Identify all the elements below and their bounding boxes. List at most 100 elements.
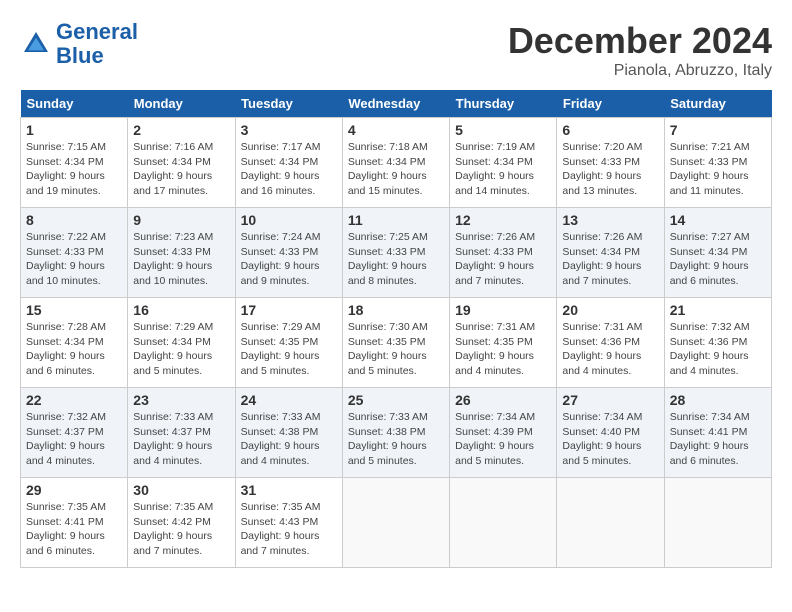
day-info: Sunrise: 7:31 AM Sunset: 4:36 PM Dayligh… xyxy=(562,320,658,379)
calendar-cell: 11Sunrise: 7:25 AM Sunset: 4:33 PM Dayli… xyxy=(342,208,449,298)
calendar-cell: 26 Sunrise: 7:34 AM Sunset: 4:39 PM Dayli… xyxy=(450,388,557,478)
calendar-cell: 28 Sunrise: 7:34 AM Sunset: 4:41 PM Dayli… xyxy=(664,388,771,478)
day-info: Sunrise: 7:21 AM Sunset: 4:33 PM Dayligh… xyxy=(670,140,766,199)
day-number: 18 xyxy=(348,302,444,318)
day-info: Sunrise: 7:26 AM Sunset: 4:34 PM Dayligh… xyxy=(562,230,658,289)
day-number: 9 xyxy=(133,212,229,228)
day-number: 30 xyxy=(133,482,229,498)
logo: General Blue xyxy=(20,20,138,68)
day-number: 16 xyxy=(133,302,229,318)
day-number: 20 xyxy=(562,302,658,318)
day-info: Sunrise: 7:26 AM Sunset: 4:33 PM Dayligh… xyxy=(455,230,551,289)
day-info: Sunrise: 7:19 AM Sunset: 4:34 PM Dayligh… xyxy=(455,140,551,199)
day-number: 21 xyxy=(670,302,766,318)
day-info: Sunrise: 7:27 AM Sunset: 4:34 PM Dayligh… xyxy=(670,230,766,289)
calendar-week-4: 22Sunrise: 7:32 AM Sunset: 4:37 PM Dayli… xyxy=(21,388,772,478)
weekday-header-friday: Friday xyxy=(557,90,664,118)
day-number: 24 xyxy=(241,392,337,408)
calendar-cell: 19Sunrise: 7:31 AM Sunset: 4:35 PM Dayli… xyxy=(450,298,557,388)
calendar-cell: 13 Sunrise: 7:26 AM Sunset: 4:34 PM Dayli… xyxy=(557,208,664,298)
calendar-cell xyxy=(664,478,771,568)
calendar-cell: 5 Sunrise: 7:19 AM Sunset: 4:34 PM Daylig… xyxy=(450,118,557,208)
calendar-cell: 23 Sunrise: 7:33 AM Sunset: 4:37 PM Dayli… xyxy=(128,388,235,478)
day-number: 7 xyxy=(670,122,766,138)
weekday-header-saturday: Saturday xyxy=(664,90,771,118)
calendar-cell xyxy=(557,478,664,568)
day-number: 27 xyxy=(562,392,658,408)
weekday-header-sunday: Sunday xyxy=(21,90,128,118)
day-number: 26 xyxy=(455,392,551,408)
calendar-cell: 14 Sunrise: 7:27 AM Sunset: 4:34 PM Dayli… xyxy=(664,208,771,298)
day-number: 14 xyxy=(670,212,766,228)
day-info: Sunrise: 7:29 AM Sunset: 4:35 PM Dayligh… xyxy=(241,320,337,379)
calendar-cell: 18 Sunrise: 7:30 AM Sunset: 4:35 PM Dayli… xyxy=(342,298,449,388)
day-number: 25 xyxy=(348,392,444,408)
month-title: December 2024 xyxy=(508,20,772,62)
calendar-week-5: 29 Sunrise: 7:35 AM Sunset: 4:41 PM Dayli… xyxy=(21,478,772,568)
day-number: 6 xyxy=(562,122,658,138)
calendar-cell: 4 Sunrise: 7:18 AM Sunset: 4:34 PM Daylig… xyxy=(342,118,449,208)
calendar-week-2: 8Sunrise: 7:22 AM Sunset: 4:33 PM Daylig… xyxy=(21,208,772,298)
calendar-cell: 29 Sunrise: 7:35 AM Sunset: 4:41 PM Dayli… xyxy=(21,478,128,568)
calendar-cell: 12 Sunrise: 7:26 AM Sunset: 4:33 PM Dayli… xyxy=(450,208,557,298)
calendar-cell: 3Sunrise: 7:17 AM Sunset: 4:34 PM Daylig… xyxy=(235,118,342,208)
logo-text: General Blue xyxy=(56,20,138,68)
day-info: Sunrise: 7:34 AM Sunset: 4:41 PM Dayligh… xyxy=(670,410,766,469)
day-number: 22 xyxy=(26,392,122,408)
day-info: Sunrise: 7:35 AM Sunset: 4:43 PM Dayligh… xyxy=(241,500,337,559)
calendar-cell: 27Sunrise: 7:34 AM Sunset: 4:40 PM Dayli… xyxy=(557,388,664,478)
weekday-header-row: SundayMondayTuesdayWednesdayThursdayFrid… xyxy=(21,90,772,118)
location-title: Pianola, Abruzzo, Italy xyxy=(508,62,772,80)
day-info: Sunrise: 7:29 AM Sunset: 4:34 PM Dayligh… xyxy=(133,320,229,379)
calendar-cell: 30 Sunrise: 7:35 AM Sunset: 4:42 PM Dayli… xyxy=(128,478,235,568)
day-info: Sunrise: 7:35 AM Sunset: 4:42 PM Dayligh… xyxy=(133,500,229,559)
day-info: Sunrise: 7:33 AM Sunset: 4:37 PM Dayligh… xyxy=(133,410,229,469)
calendar-cell: 15Sunrise: 7:28 AM Sunset: 4:34 PM Dayli… xyxy=(21,298,128,388)
day-number: 23 xyxy=(133,392,229,408)
calendar-cell: 10Sunrise: 7:24 AM Sunset: 4:33 PM Dayli… xyxy=(235,208,342,298)
calendar-cell: 22Sunrise: 7:32 AM Sunset: 4:37 PM Dayli… xyxy=(21,388,128,478)
day-info: Sunrise: 7:24 AM Sunset: 4:33 PM Dayligh… xyxy=(241,230,337,289)
day-number: 17 xyxy=(241,302,337,318)
day-info: Sunrise: 7:28 AM Sunset: 4:34 PM Dayligh… xyxy=(26,320,122,379)
calendar-week-3: 15Sunrise: 7:28 AM Sunset: 4:34 PM Dayli… xyxy=(21,298,772,388)
day-info: Sunrise: 7:33 AM Sunset: 4:38 PM Dayligh… xyxy=(241,410,337,469)
day-number: 13 xyxy=(562,212,658,228)
calendar-table: SundayMondayTuesdayWednesdayThursdayFrid… xyxy=(20,90,772,568)
day-number: 12 xyxy=(455,212,551,228)
calendar-cell: 17 Sunrise: 7:29 AM Sunset: 4:35 PM Dayli… xyxy=(235,298,342,388)
title-area: December 2024 Pianola, Abruzzo, Italy xyxy=(508,20,772,80)
calendar-cell: 7 Sunrise: 7:21 AM Sunset: 4:33 PM Daylig… xyxy=(664,118,771,208)
day-number: 29 xyxy=(26,482,122,498)
weekday-header-wednesday: Wednesday xyxy=(342,90,449,118)
calendar-cell: 8Sunrise: 7:22 AM Sunset: 4:33 PM Daylig… xyxy=(21,208,128,298)
day-info: Sunrise: 7:18 AM Sunset: 4:34 PM Dayligh… xyxy=(348,140,444,199)
day-info: Sunrise: 7:31 AM Sunset: 4:35 PM Dayligh… xyxy=(455,320,551,379)
day-number: 5 xyxy=(455,122,551,138)
day-info: Sunrise: 7:34 AM Sunset: 4:39 PM Dayligh… xyxy=(455,410,551,469)
day-number: 4 xyxy=(348,122,444,138)
day-number: 28 xyxy=(670,392,766,408)
weekday-header-thursday: Thursday xyxy=(450,90,557,118)
weekday-header-tuesday: Tuesday xyxy=(235,90,342,118)
calendar-cell: 24 Sunrise: 7:33 AM Sunset: 4:38 PM Dayli… xyxy=(235,388,342,478)
calendar-cell: 25 Sunrise: 7:33 AM Sunset: 4:38 PM Dayli… xyxy=(342,388,449,478)
calendar-cell: 9 Sunrise: 7:23 AM Sunset: 4:33 PM Daylig… xyxy=(128,208,235,298)
calendar-cell: 1Sunrise: 7:15 AM Sunset: 4:34 PM Daylig… xyxy=(21,118,128,208)
calendar-cell: 16 Sunrise: 7:29 AM Sunset: 4:34 PM Dayli… xyxy=(128,298,235,388)
day-info: Sunrise: 7:16 AM Sunset: 4:34 PM Dayligh… xyxy=(133,140,229,199)
day-info: Sunrise: 7:23 AM Sunset: 4:33 PM Dayligh… xyxy=(133,230,229,289)
day-info: Sunrise: 7:30 AM Sunset: 4:35 PM Dayligh… xyxy=(348,320,444,379)
day-info: Sunrise: 7:17 AM Sunset: 4:34 PM Dayligh… xyxy=(241,140,337,199)
calendar-week-1: 1Sunrise: 7:15 AM Sunset: 4:34 PM Daylig… xyxy=(21,118,772,208)
calendar-cell: 21Sunrise: 7:32 AM Sunset: 4:36 PM Dayli… xyxy=(664,298,771,388)
calendar-cell: 31 Sunrise: 7:35 AM Sunset: 4:43 PM Dayli… xyxy=(235,478,342,568)
day-info: Sunrise: 7:35 AM Sunset: 4:41 PM Dayligh… xyxy=(26,500,122,559)
calendar-cell: 2 Sunrise: 7:16 AM Sunset: 4:34 PM Daylig… xyxy=(128,118,235,208)
day-info: Sunrise: 7:22 AM Sunset: 4:33 PM Dayligh… xyxy=(26,230,122,289)
day-number: 31 xyxy=(241,482,337,498)
day-info: Sunrise: 7:33 AM Sunset: 4:38 PM Dayligh… xyxy=(348,410,444,469)
day-number: 2 xyxy=(133,122,229,138)
day-info: Sunrise: 7:25 AM Sunset: 4:33 PM Dayligh… xyxy=(348,230,444,289)
logo-icon xyxy=(20,28,52,60)
